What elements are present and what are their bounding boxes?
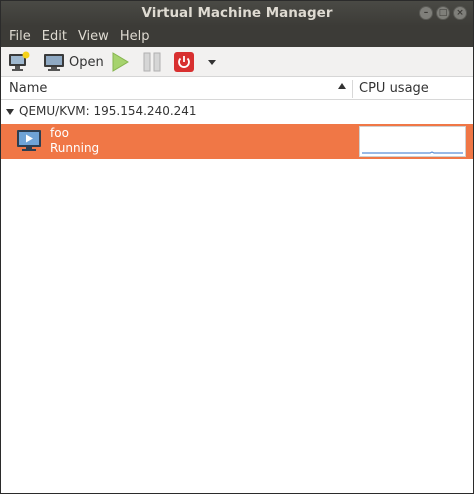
vm-name: foo xyxy=(50,126,69,140)
cpu-usage-line xyxy=(362,151,463,154)
power-icon xyxy=(174,52,194,72)
vm-status: Running xyxy=(50,141,100,155)
maximize-button[interactable]: □ xyxy=(436,6,450,20)
shutdown-menu-button[interactable] xyxy=(205,50,219,74)
cpu-column-header[interactable]: CPU usage xyxy=(359,81,429,96)
open-button[interactable]: Open xyxy=(43,50,104,74)
close-button[interactable]: × xyxy=(453,6,467,20)
shutdown-button[interactable] xyxy=(173,50,195,74)
title-bar: Virtual Machine Manager – □ × xyxy=(1,1,473,26)
sort-ascending-icon xyxy=(338,83,346,89)
open-label: Open xyxy=(69,54,104,70)
menu-file[interactable]: File xyxy=(5,26,35,47)
menu-help[interactable]: Help xyxy=(116,26,154,47)
vmm-window: Virtual Machine Manager – □ × File Edit … xyxy=(0,0,474,494)
vm-monitor-icon xyxy=(17,130,41,151)
cpu-usage-graph xyxy=(359,126,466,157)
toolbar: Open xyxy=(1,47,473,77)
expander-icon[interactable] xyxy=(6,109,14,115)
new-vm-icon xyxy=(9,51,30,71)
menu-view[interactable]: View xyxy=(74,26,113,47)
column-divider[interactable] xyxy=(352,80,353,98)
menu-bar: File Edit View Help xyxy=(1,26,473,47)
name-column-header[interactable]: Name xyxy=(9,81,47,96)
window-title: Virtual Machine Manager xyxy=(141,5,333,21)
menu-edit[interactable]: Edit xyxy=(38,26,71,47)
connection-label: QEMU/KVM: 195.154.240.241 xyxy=(19,104,197,118)
vm-row[interactable]: foo Running xyxy=(1,124,473,159)
pause-button[interactable] xyxy=(141,50,163,74)
column-header: Name CPU usage xyxy=(1,78,473,100)
connection-row[interactable]: QEMU/KVM: 195.154.240.241 xyxy=(1,101,473,123)
new-vm-button[interactable] xyxy=(7,50,31,74)
window-controls: – □ × xyxy=(419,6,467,20)
minimize-button[interactable]: – xyxy=(419,6,433,20)
chevron-down-icon xyxy=(208,60,216,65)
monitor-icon xyxy=(44,54,64,71)
pause-icon xyxy=(143,52,161,72)
play-icon xyxy=(112,52,129,72)
run-button[interactable] xyxy=(109,50,131,74)
